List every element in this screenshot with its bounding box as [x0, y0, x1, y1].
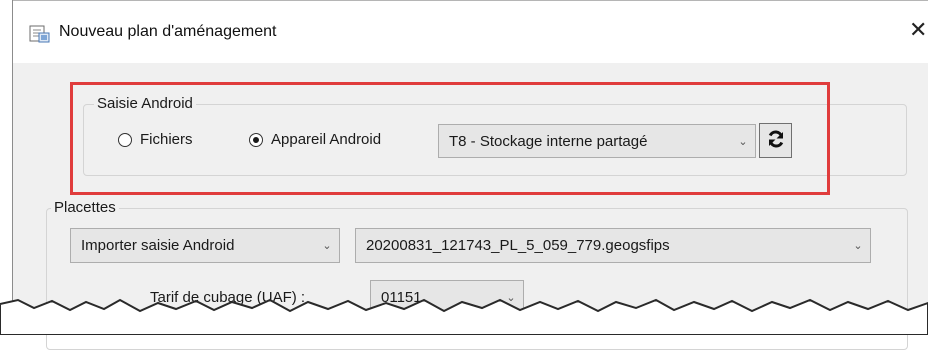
android-file-select[interactable]: 20200831_121743_PL_5_059_779.geogsfips ⌄ — [355, 228, 871, 263]
import-mode-select-value: Importer saisie Android — [81, 237, 235, 254]
document-window-icon — [29, 24, 51, 44]
highlight-frame — [70, 82, 830, 195]
chevron-down-icon: ⌄ — [853, 240, 863, 252]
dialog-window: Nouveau plan d'aménagement ✕ Saisie Andr… — [12, 0, 928, 350]
android-file-select-value: 20200831_121743_PL_5_059_779.geogsfips — [366, 237, 670, 254]
tarif-select-value: 01151 — [381, 289, 422, 306]
chevron-down-icon: ⌄ — [506, 292, 516, 304]
import-mode-select[interactable]: Importer saisie Android ⌄ — [70, 228, 340, 263]
tarif-label: Tarif de cubage (UAF) : — [150, 289, 306, 306]
title-bar: Nouveau plan d'aménagement ✕ — [13, 0, 928, 63]
chevron-down-icon: ⌄ — [322, 240, 332, 252]
window-title: Nouveau plan d'aménagement — [59, 23, 277, 40]
placettes-group-legend: Placettes — [51, 199, 119, 217]
close-icon[interactable]: ✕ — [909, 19, 927, 41]
tarif-select[interactable]: 01151 ⌄ — [370, 280, 524, 315]
